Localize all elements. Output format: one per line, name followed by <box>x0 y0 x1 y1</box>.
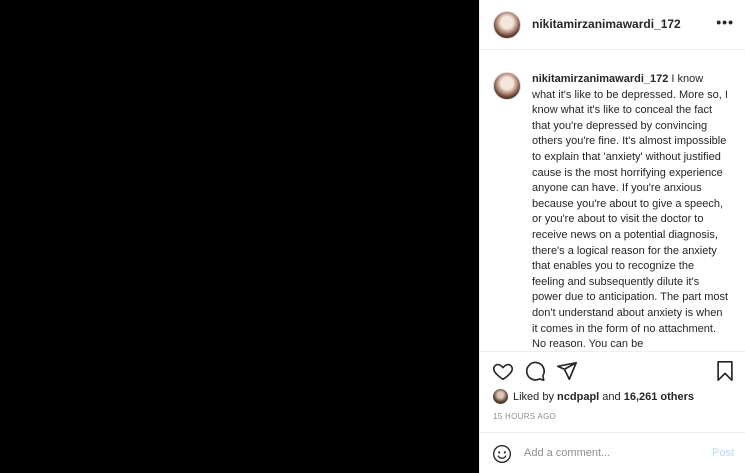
post-sidebar: nikitamirzanimawardi_172 ••• nikitamirza… <box>479 0 745 473</box>
post-button[interactable]: Post <box>712 447 734 459</box>
post-timestamp[interactable]: 15 HOURS AGO <box>493 412 556 421</box>
likes-count[interactable]: 16,261 others <box>624 391 694 403</box>
author-avatar[interactable] <box>493 11 521 39</box>
caption-avatar[interactable] <box>493 72 521 100</box>
likes-text: Liked by ncdpapl and 16,261 others <box>513 391 694 403</box>
post-viewer: nikitamirzanimawardi_172 ••• nikitamirza… <box>0 0 745 473</box>
action-bar <box>480 356 745 386</box>
caption-username[interactable]: nikitamirzanimawardi_172 <box>532 73 668 85</box>
post-media[interactable] <box>0 0 479 473</box>
liker-username[interactable]: ncdpapl <box>557 391 599 403</box>
caption-section: nikitamirzanimawardi_172 I know what it'… <box>480 50 745 352</box>
comment-bar: Add a comment... Post <box>480 432 745 473</box>
caption: nikitamirzanimawardi_172 I know what it'… <box>532 72 729 351</box>
smiley-icon[interactable] <box>492 444 512 464</box>
caption-text: I know what it's like to be depressed. M… <box>532 73 729 351</box>
comment-input[interactable]: Add a comment... <box>524 447 704 459</box>
likes-row: Liked by ncdpapl and 16,261 others <box>493 389 743 407</box>
likes-prefix: Liked by <box>513 391 554 403</box>
liker-avatar[interactable] <box>493 389 508 404</box>
likes-joiner: and <box>602 391 621 403</box>
author-username[interactable]: nikitamirzanimawardi_172 <box>532 17 681 31</box>
bookmark-icon[interactable] <box>714 360 736 382</box>
post-header: nikitamirzanimawardi_172 ••• <box>480 0 745 50</box>
more-options-icon[interactable]: ••• <box>716 14 734 30</box>
send-icon[interactable] <box>556 360 578 382</box>
heart-icon[interactable] <box>492 360 514 382</box>
comment-icon[interactable] <box>524 360 546 382</box>
